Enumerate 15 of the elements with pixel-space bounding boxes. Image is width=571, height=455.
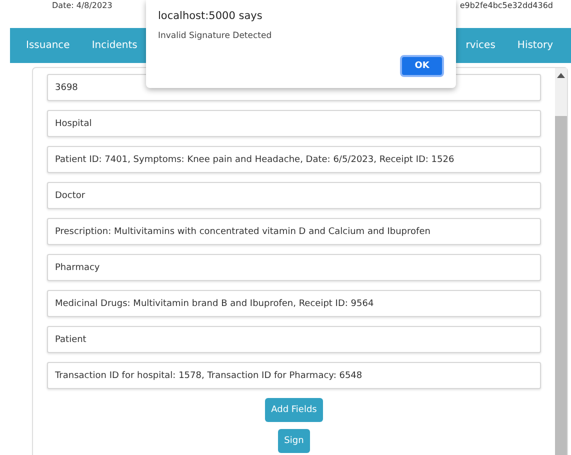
input-field[interactable]: Patient ID: 7401, Symptoms: Knee pain and Headache, Date: 6/5/2023, Receipt ID: 1526: [47, 146, 541, 173]
input-field[interactable]: Pharmacy: [47, 254, 541, 281]
hash-text: e9b2fe4bc5e32dd436d: [460, 1, 553, 11]
input-field[interactable]: Transaction ID for hospital: 1578, Transaction ID for Pharmacy: 6548: [47, 362, 541, 389]
scrollbar[interactable]: [555, 68, 567, 455]
input-field[interactable]: Patient: [47, 326, 541, 353]
input-field[interactable]: Prescription: Multivitamins with concentrated vitamin D and Calcium and Ibuprofen: [47, 218, 541, 245]
date-text: Date: 4/8/2023: [52, 1, 112, 11]
ok-button[interactable]: OK: [400, 55, 444, 77]
input-field[interactable]: Medicinal Drugs: Multivitamin brand B and Ibuprofen, Receipt ID: 9564: [47, 290, 541, 317]
input-field[interactable]: Doctor: [47, 182, 541, 209]
input-field[interactable]: Hospital: [47, 110, 541, 137]
dialog-title: localhost:5000 says: [158, 10, 264, 22]
scroll-up-icon[interactable]: [557, 72, 565, 78]
dialog-message: Invalid Signature Detected: [158, 31, 273, 41]
